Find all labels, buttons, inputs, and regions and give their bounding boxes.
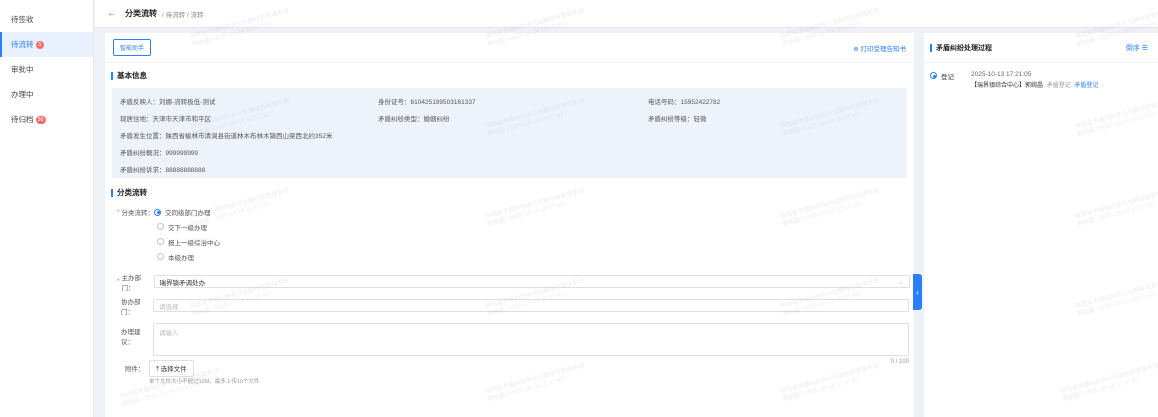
- transfer-option-row: 报上一级综治中心: [105, 234, 914, 249]
- sidebar-item-processing[interactable]: 办理中: [0, 82, 93, 107]
- upload-tip-row: 单个文件大小不超过10M，最多上传10个文件: [105, 377, 914, 385]
- transfer-type-label: 分类流转：: [121, 210, 155, 217]
- upload-tip: 单个文件大小不超过10M，最多上传10个文件: [149, 379, 260, 385]
- assist-dept-row: 协办部门： 请选择: [105, 298, 914, 316]
- count-badge: 3: [35, 40, 44, 49]
- radio-lower-level[interactable]: [157, 223, 164, 230]
- sort-desc-button[interactable]: 倒序 ☰: [1126, 43, 1148, 53]
- id-number-field: 身份证号：610425199503161337: [378, 98, 476, 106]
- radio-upper-center[interactable]: [157, 238, 164, 245]
- process-title: 矛盾纠纷处理过程: [930, 43, 992, 53]
- radio-label: 交下一级办理: [168, 224, 207, 232]
- assist-dept-placeholder: 请选择: [159, 303, 179, 311]
- sidebar-item-label: 待签收: [11, 15, 34, 24]
- timeline-action: 矛盾登记: [1046, 83, 1071, 89]
- basic-info-panel: 矛盾反映人：刘娜-流转极低-测试 身份证号：610425199503161337…: [112, 88, 907, 178]
- header-bar: ← 分类流转 / 待流转 / 流转: [95, 0, 1158, 28]
- suggestion-placeholder: 请输入: [159, 330, 179, 337]
- main-dept-label: 主办部门：: [121, 274, 142, 292]
- location-field: 矛盾发生位置：陕西省榆林市清涧县街道林木布林木镇西山梁西北约352米: [120, 132, 333, 140]
- sidebar-item-label: 待归档: [11, 115, 34, 124]
- overview-field: 矛盾纠纷概况：999999999: [120, 149, 199, 157]
- dispute-type-field: 矛盾纠纷类型：婚姻纠纷: [378, 115, 450, 123]
- transfer-option-row: 本级办理: [105, 249, 914, 264]
- app-root: 待签收 待流转 3 审批中 办理中 待归档 30 ← 分类流转 / 待流转 / …: [0, 0, 1158, 417]
- radio-label: 交同级部门办理: [165, 210, 211, 217]
- section-title-basic-info: 基本信息: [105, 63, 914, 88]
- timeline-detail-link[interactable]: 矛盾登记: [1074, 83, 1098, 89]
- dispute-level-field: 矛盾纠纷等级：轻微: [648, 115, 707, 123]
- phone-field: 电话号码：15952422782: [648, 98, 721, 106]
- count-badge: 30: [35, 115, 46, 124]
- sidebar: 待签收 待流转 3 审批中 办理中 待归档 30: [0, 0, 94, 417]
- transfer-option-row: 交下一级办理: [105, 219, 914, 234]
- attachment-row: 附件： ⤒ 选择文件: [105, 359, 914, 377]
- process-panel: 矛盾纠纷处理过程 倒序 ☰ 登记 2025-10-13 17:21:05 【瑞界…: [924, 33, 1158, 417]
- timeline-actor: 【瑞界镇综合中心】郭婉晶: [971, 83, 1044, 89]
- upload-file-button[interactable]: ⤒ 选择文件: [149, 359, 194, 377]
- assistant-button[interactable]: 智能助手: [113, 39, 152, 56]
- assist-dept-label: 协办部门：: [121, 298, 141, 316]
- suggestion-row: 办理建议： 请输入 0 / 100: [105, 323, 914, 365]
- main-dept-value: 瑞界镇矛调处办: [159, 279, 206, 287]
- attachment-label: 附件：: [125, 366, 145, 373]
- sidebar-item-pending-archive[interactable]: 待归档 30: [0, 107, 93, 132]
- chevron-down-icon: ⌄: [898, 278, 904, 286]
- breadcrumb: / 待流转 / 流转: [162, 11, 204, 19]
- radio-same-level-dept[interactable]: [154, 208, 162, 216]
- radio-this-level[interactable]: [157, 253, 164, 260]
- suggestion-label: 办理建议：: [121, 329, 141, 346]
- sidebar-item-pending-transfer[interactable]: 待流转 3: [0, 32, 93, 57]
- collapse-panel-handle[interactable]: ‹: [913, 274, 922, 310]
- address-field: 现居住地：天津市天津市和平区: [120, 115, 211, 123]
- sidebar-item-approving[interactable]: 审批中: [0, 57, 93, 82]
- radio-label: 报上一级综治中心: [168, 239, 220, 247]
- main-dept-row: * 主办部门： 瑞界镇矛调处办 ⌄: [105, 273, 914, 292]
- process-panel-header: 矛盾纠纷处理过程 倒序 ☰: [924, 33, 1158, 63]
- section-title-transfer: 分类流转: [105, 180, 914, 205]
- sidebar-item-label: 办理中: [11, 90, 34, 99]
- print-notice-link[interactable]: ⊕ 打印受理告知书: [853, 43, 906, 53]
- page-title: 分类流转: [125, 9, 157, 18]
- timeline-time: 2025-10-13 17:21:05: [971, 71, 1032, 78]
- suggestion-textarea[interactable]: 请输入: [153, 323, 909, 356]
- back-arrow-icon[interactable]: ←: [107, 8, 117, 19]
- main-panel: 智能助手 ⊕ 打印受理告知书 基本信息 矛盾反映人：刘娜-流转极低-测试 身份证…: [105, 33, 914, 417]
- sidebar-item-pending-sign[interactable]: 待签收: [0, 7, 93, 32]
- assist-dept-select[interactable]: 请选择: [153, 299, 909, 312]
- sidebar-item-label: 审批中: [11, 65, 34, 74]
- timeline-item: 登记 2025-10-13 17:21:05 【瑞界镇综合中心】郭婉晶 矛盾登记…: [924, 63, 1158, 97]
- chevron-left-icon: ‹: [916, 287, 919, 297]
- reporter-field: 矛盾反映人：刘娜-流转极低-测试: [120, 98, 216, 106]
- main-dept-select[interactable]: 瑞界镇矛调处办 ⌄: [153, 275, 910, 288]
- toolbar: 智能助手 ⊕ 打印受理告知书: [105, 33, 914, 63]
- char-counter: 0 / 100: [890, 359, 909, 365]
- demand-field: 矛盾纠纷诉求：88888888888: [120, 166, 206, 174]
- transfer-type-row: * 分类流转： 交同级部门办理: [117, 208, 211, 217]
- timeline-step: 登记: [941, 74, 954, 81]
- timeline-dot-icon: [930, 72, 937, 79]
- radio-label: 本级办理: [168, 254, 194, 262]
- sidebar-item-label: 待流转: [11, 40, 34, 49]
